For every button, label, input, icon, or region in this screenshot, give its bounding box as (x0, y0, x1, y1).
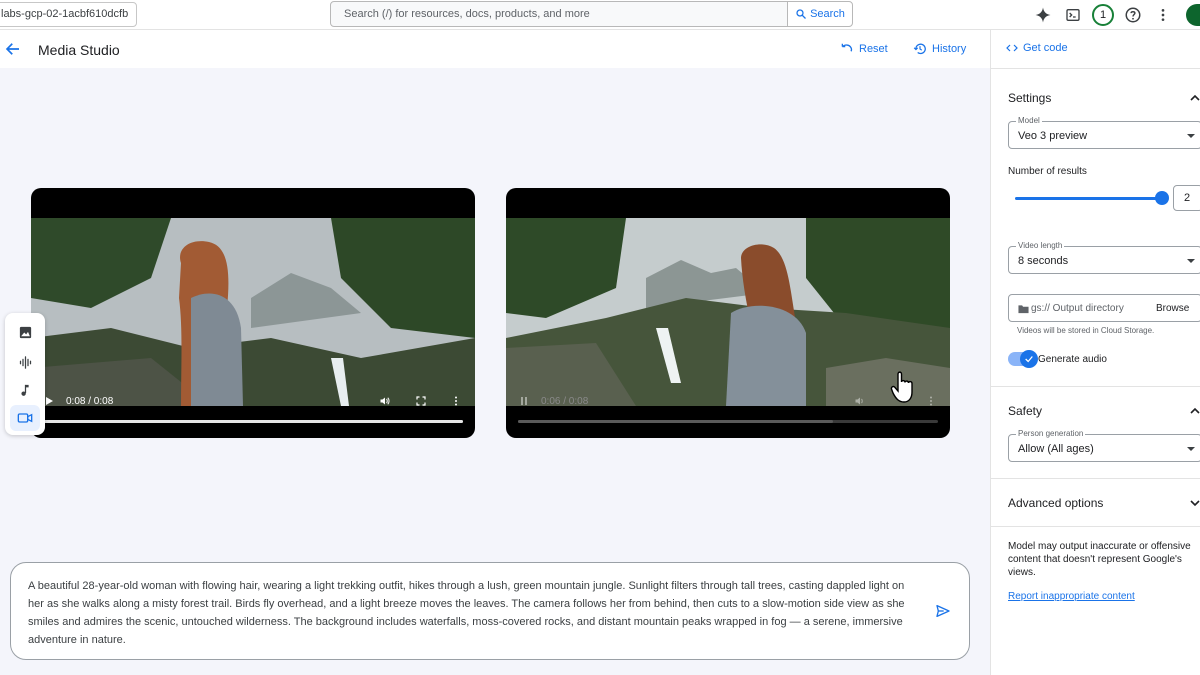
model-label: Model (1016, 116, 1042, 125)
image-mode-button[interactable] (10, 319, 40, 345)
video-time-1: 0:08 / 0:08 (66, 395, 114, 407)
audio-mode-button[interactable] (10, 349, 40, 375)
video-player-2[interactable]: 0:06 / 0:08 (506, 188, 950, 438)
person-generation-value: Allow (All ages) (1018, 443, 1094, 455)
more-vert-icon[interactable] (450, 395, 462, 407)
advanced-options-heading[interactable]: Advanced options (1008, 496, 1103, 510)
notification-count: 1 (1092, 4, 1114, 26)
search-box: Search (330, 1, 853, 27)
fullscreen-icon[interactable] (415, 395, 427, 407)
folder-icon (1018, 305, 1029, 314)
help-icon[interactable] (1122, 4, 1144, 26)
video-mode-button[interactable] (10, 405, 40, 431)
back-arrow-icon[interactable] (4, 40, 22, 58)
check-icon (1025, 356, 1033, 363)
page-title: Media Studio (38, 42, 120, 58)
music-note-icon (20, 384, 29, 396)
toggle-knob (1020, 350, 1038, 368)
audio-wave-icon (19, 355, 31, 369)
divider (991, 526, 1200, 527)
main-canvas: 0:08 / 0:08 0:06 / 0:08 A beautiful 28-y… (0, 68, 990, 675)
report-content-link[interactable]: Report inappropriate content (1008, 591, 1135, 602)
search-input[interactable] (331, 2, 787, 26)
video-controls-2: 0:06 / 0:08 (506, 388, 950, 414)
music-mode-button[interactable] (10, 377, 40, 403)
send-icon[interactable] (935, 603, 951, 619)
search-icon (796, 9, 807, 19)
settings-heading: Settings (1008, 91, 1052, 105)
video-frame-waterfall-hiker (506, 218, 950, 406)
more-vert-icon[interactable] (925, 395, 937, 407)
video-controls-1: 0:08 / 0:08 (31, 388, 475, 414)
output-directory-field[interactable]: gs:// Output directory Browse (1008, 294, 1200, 322)
video-time-2: 0:06 / 0:08 (541, 395, 589, 407)
prompt-text[interactable]: A beautiful 28-year-old woman with flowi… (28, 577, 908, 649)
results-slider-thumb[interactable] (1155, 191, 1169, 205)
project-selector[interactable]: labs-gcp-02-1acbf610dcfb (0, 2, 137, 27)
prompt-box[interactable]: A beautiful 28-year-old woman with flowi… (10, 562, 970, 660)
results-label: Number of results (1008, 166, 1087, 177)
video-length-select[interactable]: Video length 8 seconds (1008, 241, 1200, 274)
history-button[interactable]: History (913, 42, 966, 56)
video-length-value: 8 seconds (1018, 255, 1069, 267)
dropdown-arrow-icon (1187, 259, 1195, 263)
chevron-up-icon[interactable] (1190, 93, 1200, 103)
avatar[interactable] (1186, 4, 1200, 26)
top-bar: labs-gcp-02-1acbf610dcfb Search 1 (0, 0, 1200, 30)
page-header: Media Studio Reset History (0, 30, 990, 68)
video-frame-jungle-hiker (31, 218, 475, 406)
hand-cursor-icon (890, 371, 913, 403)
code-icon (1006, 44, 1018, 52)
search-button-label: Search (810, 8, 845, 20)
undo-icon (841, 43, 853, 52)
settings-panel: Get code Settings Model Veo 3 preview Nu… (990, 30, 1200, 675)
media-type-toolbar (5, 313, 45, 435)
gemini-sparkle-icon[interactable] (1032, 4, 1054, 26)
get-code-button[interactable]: Get code (1006, 42, 1068, 54)
history-label: History (932, 43, 967, 55)
storage-note: Videos will be stored in Cloud Storage. (1017, 326, 1155, 335)
results-input[interactable]: 2 (1173, 185, 1200, 211)
model-disclaimer: Model may output inaccurate or offensive… (1008, 541, 1191, 578)
more-vert-icon[interactable] (1152, 4, 1174, 26)
output-directory-placeholder: gs:// Output directory (1031, 303, 1124, 314)
person-generation-select[interactable]: Person generation Allow (All ages) (1008, 429, 1200, 462)
safety-heading: Safety (1008, 404, 1043, 418)
chevron-down-icon[interactable] (1190, 498, 1200, 508)
browse-button[interactable]: Browse (1156, 303, 1189, 314)
dropdown-arrow-icon (1187, 447, 1195, 451)
video-player-1[interactable]: 0:08 / 0:08 (31, 188, 475, 438)
volume-icon[interactable] (854, 395, 866, 407)
person-generation-label: Person generation (1016, 429, 1086, 438)
chevron-up-icon[interactable] (1190, 406, 1200, 416)
generate-audio-label: Generate audio (1038, 354, 1107, 365)
image-icon (19, 326, 31, 338)
volume-icon[interactable] (379, 395, 391, 407)
video-icon (17, 413, 33, 423)
top-icons: 1 (1024, 0, 1200, 30)
reset-button[interactable]: Reset (840, 42, 888, 56)
generate-audio-toggle[interactable] (1008, 350, 1038, 368)
dropdown-arrow-icon (1187, 134, 1195, 138)
cloud-shell-icon[interactable] (1062, 4, 1084, 26)
model-value: Veo 3 preview (1018, 130, 1088, 142)
history-icon (913, 43, 926, 55)
video-progress-fill-1 (43, 420, 463, 423)
get-code-label: Get code (1023, 42, 1068, 54)
model-select[interactable]: Model Veo 3 preview (1008, 116, 1200, 149)
video-length-label: Video length (1016, 241, 1065, 250)
video-progress-1[interactable] (43, 420, 463, 423)
reset-label: Reset (859, 43, 888, 55)
divider (991, 68, 1200, 69)
results-slider[interactable] (1015, 197, 1161, 200)
notifications-badge[interactable]: 1 (1092, 4, 1114, 26)
search-button[interactable]: Search (787, 1, 853, 27)
divider (991, 386, 1200, 387)
divider (991, 478, 1200, 479)
video-progress-fill-2 (518, 420, 833, 423)
pause-icon[interactable] (518, 395, 530, 407)
video-progress-2[interactable] (518, 420, 938, 423)
